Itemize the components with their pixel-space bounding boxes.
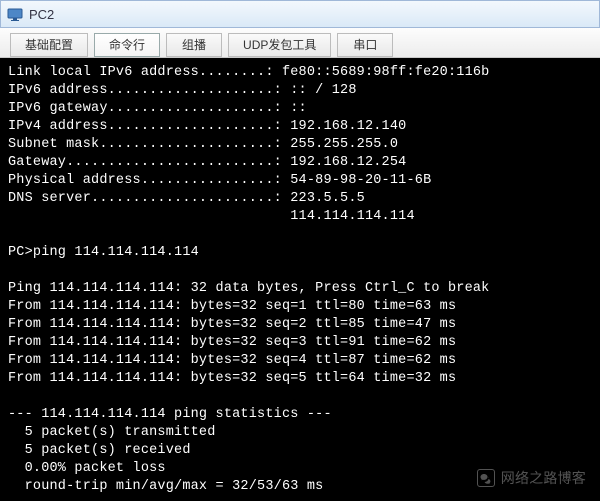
tabbar: 基础配置 命令行 组播 UDP发包工具 串口 <box>0 28 600 58</box>
watermark: 网络之路博客 <box>477 469 586 487</box>
terminal-line: 5 packet(s) transmitted <box>8 424 592 442</box>
terminal-line: IPv6 address....................: :: / 1… <box>8 82 592 100</box>
terminal-line: --- 114.114.114.114 ping statistics --- <box>8 406 592 424</box>
terminal-line <box>8 226 592 244</box>
terminal-line: 5 packet(s) received <box>8 442 592 460</box>
terminal-line <box>8 496 592 501</box>
terminal-line: From 114.114.114.114: bytes=32 seq=4 ttl… <box>8 352 592 370</box>
terminal-line: DNS server......................: 223.5.… <box>8 190 592 208</box>
tab-serial[interactable]: 串口 <box>337 33 393 57</box>
window-titlebar: PC2 <box>0 0 600 28</box>
terminal-output[interactable]: Link local IPv6 address........: fe80::5… <box>0 58 600 501</box>
app-icon <box>7 6 23 22</box>
terminal-line: 114.114.114.114 <box>8 208 592 226</box>
terminal-line: From 114.114.114.114: bytes=32 seq=5 ttl… <box>8 370 592 388</box>
terminal-line: PC>ping 114.114.114.114 <box>8 244 592 262</box>
watermark-text: 网络之路博客 <box>501 469 586 487</box>
tab-udp-tool[interactable]: UDP发包工具 <box>228 33 331 57</box>
terminal-line: Link local IPv6 address........: fe80::5… <box>8 64 592 82</box>
wechat-icon <box>477 469 495 487</box>
terminal-line: IPv6 gateway....................: :: <box>8 100 592 118</box>
terminal-line: Ping 114.114.114.114: 32 data bytes, Pre… <box>8 280 592 298</box>
tab-basic-config[interactable]: 基础配置 <box>10 33 88 57</box>
terminal-line: IPv4 address....................: 192.16… <box>8 118 592 136</box>
tab-cli[interactable]: 命令行 <box>94 33 160 57</box>
terminal-line: Gateway.........................: 192.16… <box>8 154 592 172</box>
terminal-line: From 114.114.114.114: bytes=32 seq=1 ttl… <box>8 298 592 316</box>
terminal-line: From 114.114.114.114: bytes=32 seq=3 ttl… <box>8 334 592 352</box>
window-title: PC2 <box>29 7 54 22</box>
terminal-line <box>8 262 592 280</box>
terminal-line: Physical address................: 54-89-… <box>8 172 592 190</box>
terminal-line: From 114.114.114.114: bytes=32 seq=2 ttl… <box>8 316 592 334</box>
tab-multicast[interactable]: 组播 <box>166 33 222 57</box>
terminal-line <box>8 388 592 406</box>
terminal-line: Subnet mask.....................: 255.25… <box>8 136 592 154</box>
